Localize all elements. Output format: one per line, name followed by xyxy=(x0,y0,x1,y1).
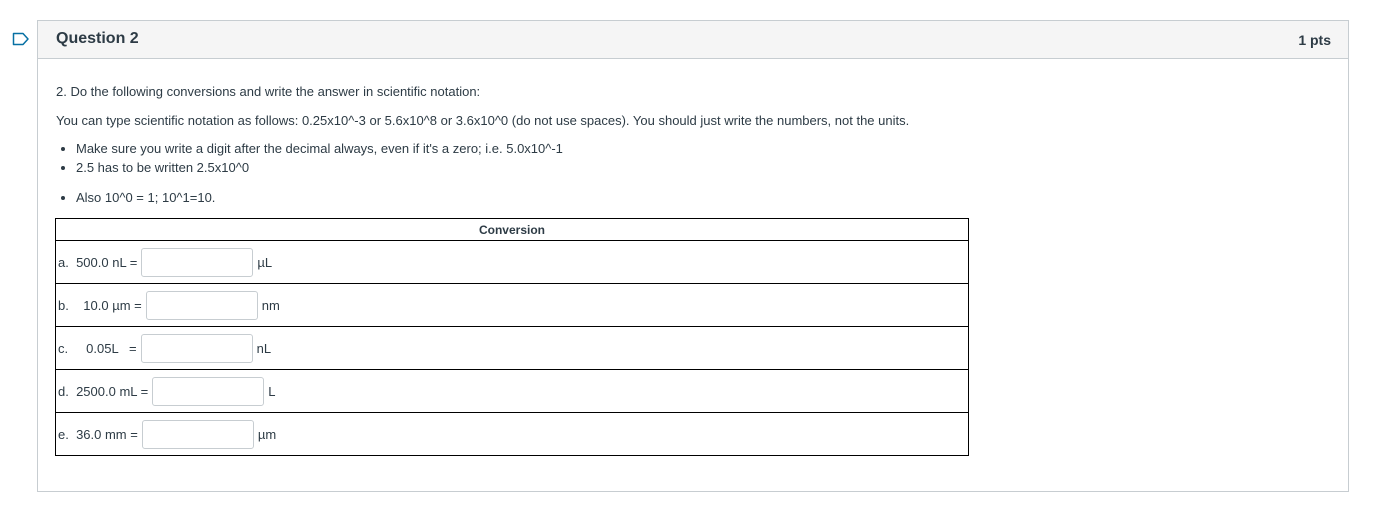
question-instructions: You can type scientific notation as foll… xyxy=(56,113,910,128)
row-e-label: e. 36.0 mm = xyxy=(58,426,138,442)
row-d-unit: L xyxy=(268,383,276,399)
conversion-table: Conversion a. 500.0 nL = µL b. 10.0 µm =… xyxy=(55,218,969,456)
table-row: b. 10.0 µm = nm xyxy=(55,283,969,327)
list-item: Also 10^0 = 1; 10^1=10. xyxy=(76,191,215,204)
table-row: a. 500.0 nL = µL xyxy=(55,240,969,284)
question-title: Question 2 xyxy=(56,30,139,47)
row-b-label: b. 10.0 µm = xyxy=(58,297,142,313)
row-d-label: d. 2500.0 mL = xyxy=(58,383,149,399)
table-row: e. 36.0 mm = µm xyxy=(55,412,969,456)
question-points: 1 pts xyxy=(1298,32,1331,48)
table-header: Conversion xyxy=(55,218,969,241)
row-c-unit: nL xyxy=(256,340,272,356)
row-e-unit: µm xyxy=(257,426,277,442)
row-c-label: c. 0.05L = xyxy=(58,340,137,356)
list-item: 2.5 has to be written 2.5x10^0 xyxy=(76,161,563,174)
answer-input-a[interactable] xyxy=(141,247,254,277)
table-row: c. 0.05L = nL xyxy=(55,326,969,370)
answer-input-d[interactable] xyxy=(152,376,265,406)
answer-input-b[interactable] xyxy=(145,290,258,320)
bookmark-flag-icon[interactable] xyxy=(12,32,30,46)
question-header: Question 2 1 pts xyxy=(38,21,1348,59)
row-a-label: a. 500.0 nL = xyxy=(58,254,138,270)
list-item: Make sure you write a digit after the de… xyxy=(76,142,563,155)
answer-input-e[interactable] xyxy=(141,419,254,449)
instruction-list-2: Also 10^0 = 1; 10^1=10. xyxy=(56,191,215,204)
answer-input-c[interactable] xyxy=(140,333,253,363)
row-b-unit: nm xyxy=(261,297,280,313)
instruction-list: Make sure you write a digit after the de… xyxy=(56,142,563,180)
table-row: d. 2500.0 mL = L xyxy=(55,369,969,413)
question-prompt: 2. Do the following conversions and writ… xyxy=(56,84,481,99)
row-a-unit: µL xyxy=(257,254,273,270)
